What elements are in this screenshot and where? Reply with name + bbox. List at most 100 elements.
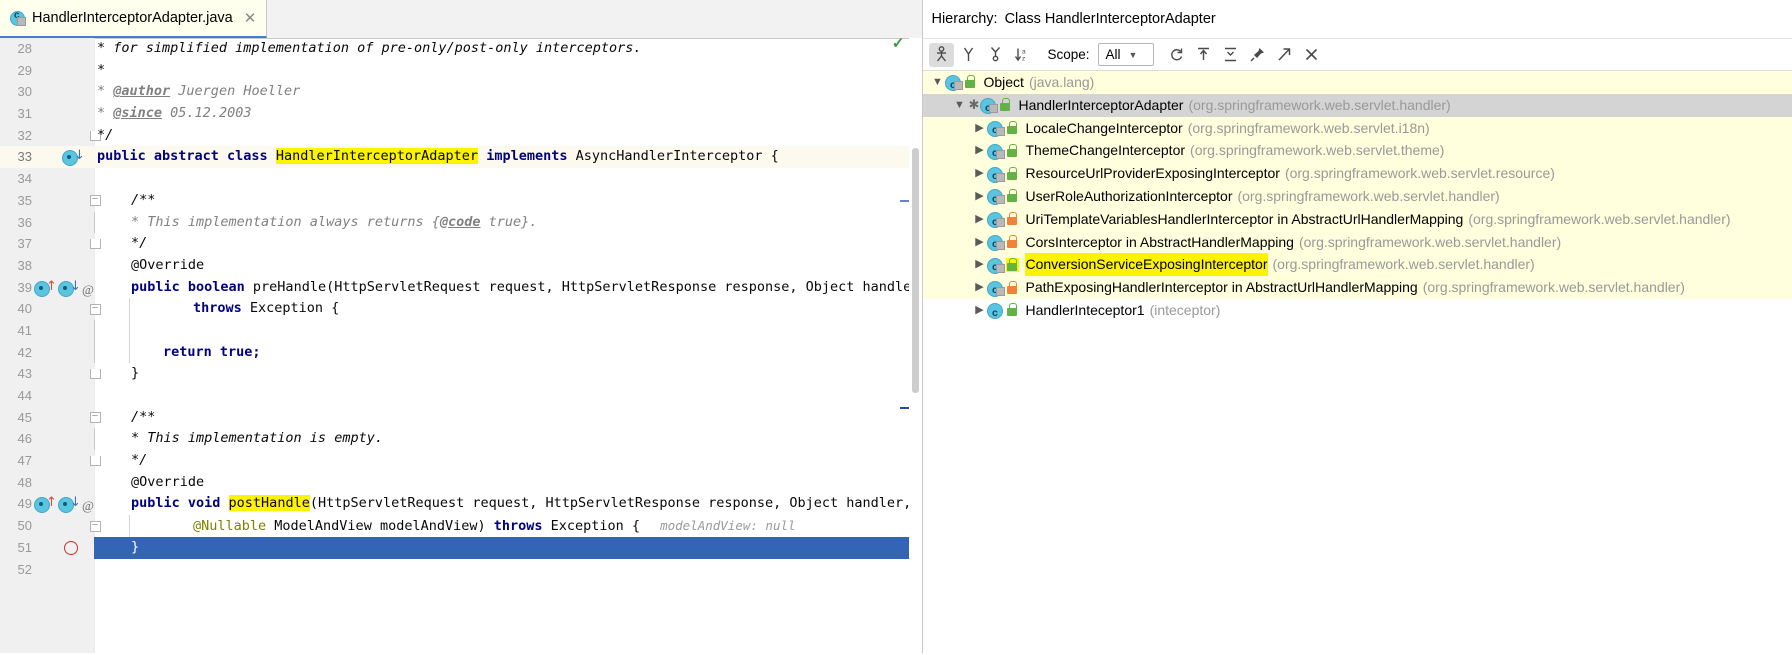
keyword-implements: implements <box>486 148 567 164</box>
code-line-46[interactable]: 46 * This implementation is empty. <box>0 428 922 450</box>
code-area[interactable]: 28 * for simplified implementation of pr… <box>0 38 922 653</box>
code-line-39[interactable]: 39 ↑ ↓ @ public boolean preHandle(HttpSe… <box>0 277 922 299</box>
editor-vertical-scrollbar[interactable] <box>909 38 922 653</box>
code-line-47[interactable]: 47 */ <box>0 450 922 472</box>
implements-up-arrow-icon[interactable]: ↑ <box>46 280 57 294</box>
hierarchy-tree[interactable]: ▼ Object (java.lang) ▼ ✱ HandlerIntercep… <box>923 71 1792 655</box>
overridden-down-arrow-icon[interactable]: ↓ <box>74 149 85 163</box>
chevron-right-icon[interactable]: ▶ <box>971 253 987 276</box>
javadoc-since-tag[interactable]: @since <box>113 105 162 121</box>
tree-node-resourceurlproviderexposinginterceptor[interactable]: ▶ ResourceUrlProviderExposingInterceptor… <box>923 162 1792 185</box>
marker-stripe-caret[interactable] <box>900 407 909 409</box>
code-line-33[interactable]: 33 ↓ public abstract class HandlerInterc… <box>0 146 922 168</box>
chevron-right-icon[interactable]: ▶ <box>971 276 987 299</box>
javadoc-code-tag[interactable]: @code <box>440 214 481 230</box>
tree-node-pathexposinghandlerinterceptor[interactable]: ▶ PathExposingHandlerInterceptor in Abst… <box>923 276 1792 299</box>
supertypes-hierarchy-button[interactable] <box>956 43 981 67</box>
both-hierarchy-button[interactable] <box>983 43 1008 67</box>
line-number: 33 <box>0 146 32 168</box>
code-line-32[interactable]: 32 */ <box>0 125 922 147</box>
annotation-gutter-icon[interactable]: @ <box>82 495 94 517</box>
code-line-51[interactable]: 51 } <box>0 537 922 559</box>
fold-collapse-icon[interactable]: – <box>88 407 102 429</box>
tree-node-object[interactable]: ▼ Object (java.lang) <box>923 71 1792 94</box>
chevron-right-icon[interactable]: ▶ <box>971 231 987 254</box>
gutter-icons-39[interactable]: ↑ ↓ @ <box>34 277 86 299</box>
chevron-right-icon[interactable]: ▶ <box>971 162 987 185</box>
fold-tip-icon[interactable] <box>88 233 102 255</box>
code-line-30[interactable]: 30 * @author Juergen Hoeller <box>0 81 922 103</box>
pin-tab-button[interactable] <box>1245 43 1270 67</box>
code-line-45[interactable]: 45 – /** <box>0 407 922 429</box>
public-lock-icon <box>964 75 977 89</box>
code-line-50[interactable]: 50 – @Nullable ModelAndView modelAndView… <box>0 515 922 537</box>
tree-node-corsinterceptor[interactable]: ▶ CorsInterceptor in AbstractHandlerMapp… <box>923 231 1792 254</box>
fold-collapse-icon[interactable]: – <box>88 190 102 212</box>
breakpoint-icon[interactable] <box>64 541 78 555</box>
since-date: 05.12.2003 <box>162 105 251 121</box>
javadoc-author-tag[interactable]: @author <box>113 83 170 99</box>
overridden-down-arrow-icon[interactable]: ↓ <box>70 280 81 294</box>
code-line-48[interactable]: 48 @Override <box>0 472 922 494</box>
tree-node-uritemplatevariableshandlerinterceptor[interactable]: ▶ UriTemplateVariablesHandlerInterceptor… <box>923 208 1792 231</box>
line-number: 31 <box>0 103 32 125</box>
collapse-all-button[interactable] <box>1218 43 1243 67</box>
scrollbar-thumb[interactable] <box>912 148 919 393</box>
keyword-public-void: public void <box>131 495 220 511</box>
gutter-icons-33[interactable]: ↓ <box>34 146 86 168</box>
code-line-28[interactable]: 28 * for simplified implementation of pr… <box>0 38 922 60</box>
sort-alphabetically-button[interactable]: a z <box>1010 43 1035 67</box>
code-line-41[interactable]: 41 <box>0 320 922 342</box>
tree-node-name: ResourceUrlProviderExposingInterceptor <box>1025 162 1279 185</box>
fold-collapse-icon[interactable]: – <box>88 515 102 537</box>
tree-node-themechangeinterceptor[interactable]: ▶ ThemeChangeInterceptor (org.springfram… <box>923 139 1792 162</box>
expand-all-button[interactable] <box>1191 43 1216 67</box>
tree-node-localechangeinterceptor[interactable]: ▶ LocaleChangeInterceptor (org.springfra… <box>923 117 1792 140</box>
chevron-right-icon[interactable]: ▶ <box>971 139 987 162</box>
code-line-43[interactable]: 43 } <box>0 363 922 385</box>
implements-up-arrow-icon[interactable]: ↑ <box>46 496 57 510</box>
code-line-40[interactable]: 40 – throws Exception { <box>0 298 922 320</box>
code-line-49[interactable]: 49 ↑ ↓ @ public void postHandle(HttpServ… <box>0 493 922 515</box>
chevron-right-icon[interactable]: ▶ <box>971 185 987 208</box>
close-icon[interactable]: ✕ <box>242 9 259 28</box>
fold-collapse-icon[interactable]: – <box>88 298 102 320</box>
line-text: } <box>131 537 139 559</box>
chevron-right-icon[interactable]: ▶ <box>971 208 987 231</box>
code-line-38[interactable]: 38 @Override <box>0 255 922 277</box>
inlay-hint-modelandview[interactable]: modelAndView: null <box>640 518 795 533</box>
marker-stripe-changed[interactable] <box>900 200 909 202</box>
code-line-29[interactable]: 29 * <box>0 60 922 82</box>
scope-dropdown[interactable]: All ▼ <box>1098 43 1154 66</box>
gutter-icons-49[interactable]: ↑ ↓ @ <box>34 493 86 515</box>
chevron-down-icon[interactable]: ▼ <box>951 94 967 117</box>
code-line-37[interactable]: 37 */ <box>0 233 922 255</box>
tree-node-conversionserviceexposinginterceptor[interactable]: ▶ ConversionServiceExposingInterceptor (… <box>923 253 1792 276</box>
code-line-36[interactable]: 36 * This implementation always returns … <box>0 212 922 234</box>
subtypes-hierarchy-button[interactable] <box>929 43 954 67</box>
code-line-31[interactable]: 31 * @since 05.12.2003 <box>0 103 922 125</box>
tree-node-userroleauthorizationinterceptor[interactable]: ▶ UserRoleAuthorizationInterceptor (org.… <box>923 185 1792 208</box>
code-line-44[interactable]: 44 <box>0 385 922 407</box>
gutter-icons-51[interactable] <box>34 537 86 559</box>
code-line-34[interactable]: 34 <box>0 168 922 190</box>
fold-tip-icon[interactable] <box>88 363 102 385</box>
tree-node-handlerinterceptoradapter[interactable]: ▼ ✱ HandlerInterceptorAdapter (org.sprin… <box>923 94 1792 117</box>
tree-node-name: UriTemplateVariablesHandlerInterceptor i… <box>1025 208 1463 231</box>
tree-node-name: UserRoleAuthorizationInterceptor <box>1025 185 1232 208</box>
code-line-42[interactable]: 42 return true; <box>0 342 922 364</box>
open-in-new-window-button[interactable] <box>1272 43 1297 67</box>
code-line-35[interactable]: 35 – /** <box>0 190 922 212</box>
chevron-down-icon[interactable]: ▼ <box>929 71 945 94</box>
close-hierarchy-button[interactable] <box>1299 43 1324 67</box>
refresh-button[interactable] <box>1164 43 1189 67</box>
line-text: throws Exception { <box>193 298 339 320</box>
tree-node-handlerinteceptor1[interactable]: ▶ HandlerInteceptor1 (inteceptor) <box>923 299 1792 322</box>
fold-tip-icon[interactable] <box>88 450 102 472</box>
chevron-right-icon[interactable]: ▶ <box>971 299 987 322</box>
chevron-right-icon[interactable]: ▶ <box>971 117 987 140</box>
editor-tab-handlerinterceptoradapter[interactable]: HandlerInterceptorAdapter.java ✕ <box>0 0 267 38</box>
overridden-down-arrow-icon[interactable]: ↓ <box>70 496 81 510</box>
annotation-gutter-icon[interactable]: @ <box>82 279 94 301</box>
code-line-52[interactable]: 52 <box>0 559 922 581</box>
